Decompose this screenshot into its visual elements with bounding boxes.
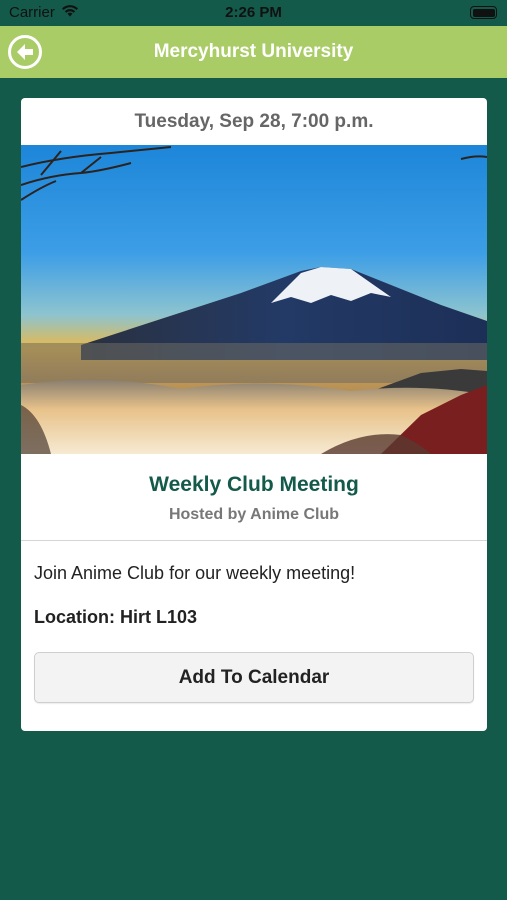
event-description: Join Anime Club for our weekly meeting! xyxy=(34,563,356,583)
event-date: Tuesday, Sep 28, 7:00 p.m. xyxy=(134,110,374,132)
event-location: Location: Hirt L103 xyxy=(34,607,198,627)
add-to-calendar-button[interactable]: Add To Calendar xyxy=(34,652,474,703)
status-time: 2:26 PM xyxy=(225,4,282,21)
battery-icon xyxy=(470,6,497,19)
navigation-bar: Mercyhurst University xyxy=(0,26,507,78)
divider xyxy=(21,540,487,541)
event-title: Weekly Club Meeting xyxy=(149,473,359,496)
event-card: Tuesday, Sep 28, 7:00 p.m. Weekly Club M… xyxy=(21,98,487,731)
page-title: Mercyhurst University xyxy=(153,41,354,62)
event-image xyxy=(21,145,487,454)
event-host: Hosted by Anime Club xyxy=(168,506,340,523)
status-bar: Carrier 2:26 PM xyxy=(0,0,507,26)
